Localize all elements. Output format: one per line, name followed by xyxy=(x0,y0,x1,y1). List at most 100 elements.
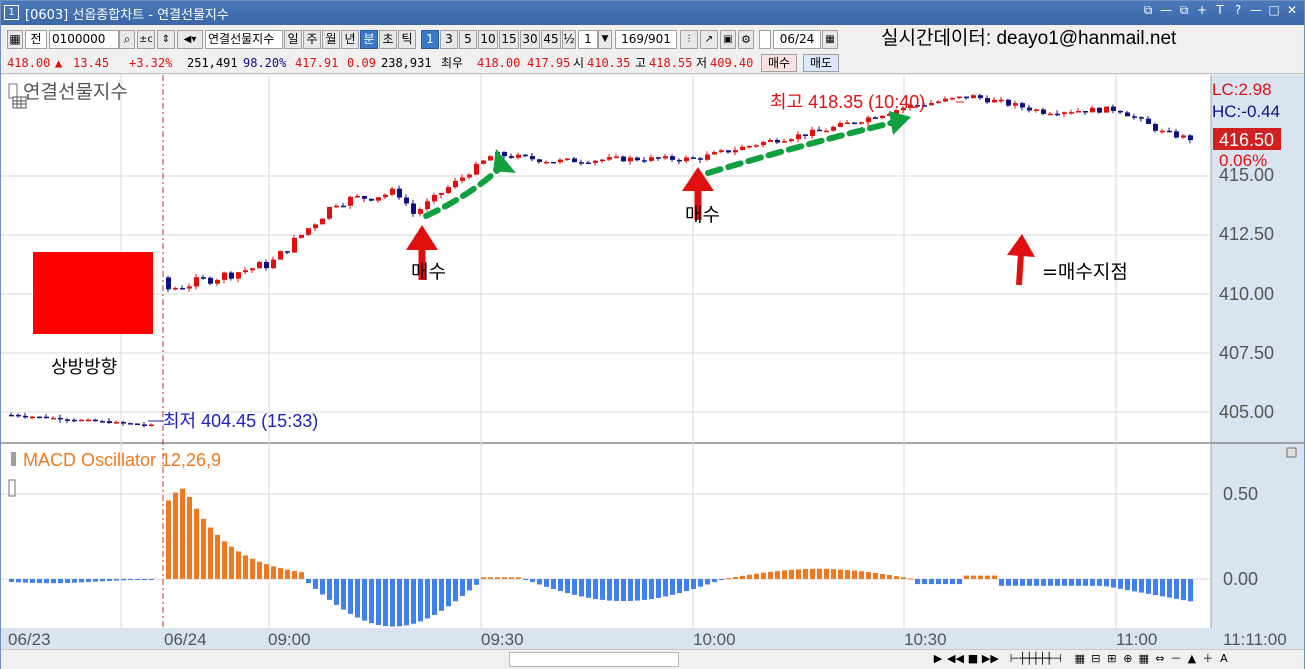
name-field[interactable]: 연결선물지수 xyxy=(205,30,283,49)
code-input[interactable]: 0100000 xyxy=(49,30,119,49)
candle-down xyxy=(691,157,696,159)
candle-down xyxy=(37,416,42,419)
sell-button[interactable]: 매도 xyxy=(803,54,839,72)
interval-30[interactable]: 30 xyxy=(520,30,540,49)
macd-bar-pos xyxy=(166,500,171,579)
candle-up xyxy=(376,197,381,201)
macd-bar-pos xyxy=(992,575,997,579)
window-number-icon[interactable]: 1 xyxy=(4,5,19,20)
interval-10[interactable]: 10 xyxy=(478,30,498,49)
macd-bar-neg xyxy=(44,579,49,584)
date-checkbox[interactable] xyxy=(759,30,771,49)
chevron-down-icon[interactable]: ▼ xyxy=(598,30,612,49)
minus-icon[interactable]: － xyxy=(1169,651,1183,667)
quote-bid-change: 0.09 xyxy=(347,56,376,70)
up-icon[interactable]: ▲ xyxy=(1185,651,1199,667)
candle-up xyxy=(838,122,843,127)
candle-up xyxy=(593,160,598,163)
candle-down xyxy=(100,421,105,423)
x-tick-current: 11:11:00 xyxy=(1223,630,1287,649)
interval-5[interactable]: 5 xyxy=(459,30,477,49)
current-price: 416.50 xyxy=(1219,130,1274,150)
macd-bar-neg xyxy=(30,579,35,583)
interval-half[interactable]: ½ xyxy=(562,30,576,49)
candle-up xyxy=(565,158,570,160)
minimize-icon[interactable]: — xyxy=(1250,3,1262,18)
macd-bar-neg xyxy=(677,579,682,594)
macd-expand-icon[interactable] xyxy=(1286,447,1297,458)
macd-bar-neg xyxy=(404,579,409,626)
candle-down xyxy=(341,205,346,208)
period-day[interactable]: 일 xyxy=(284,30,302,49)
mode-select[interactable]: 전 xyxy=(25,30,47,49)
minimize-panel-icon[interactable]: — xyxy=(1160,3,1172,18)
macd-handle-icon[interactable] xyxy=(11,452,16,466)
table-icon[interactable] xyxy=(12,96,27,109)
search-icon[interactable]: ⌕ xyxy=(119,30,135,49)
period-week[interactable]: 주 xyxy=(303,30,321,49)
candle-up xyxy=(544,161,549,164)
zoom-fit-icon[interactable]: ⊞ xyxy=(1105,651,1119,667)
grid-icon[interactable]: ▦ xyxy=(7,30,23,49)
layout-icon[interactable]: ▦ xyxy=(1073,651,1087,667)
last-icon[interactable]: ▶▶ xyxy=(982,651,999,667)
x-tick-0623: 06/23 xyxy=(8,630,51,649)
interval-15[interactable]: 15 xyxy=(499,30,519,49)
candle-icon[interactable]: ⫶ xyxy=(680,30,698,49)
chart-area[interactable]: 415.00 412.50 410.00 407.50 405.00 0.50 … xyxy=(1,75,1304,649)
font-icon[interactable]: T xyxy=(1214,3,1226,18)
macd-bar-neg xyxy=(1090,579,1095,586)
interval-45[interactable]: 45 xyxy=(541,30,561,49)
grid-view-icon[interactable]: ▦ xyxy=(1137,651,1151,667)
macd-bar-neg xyxy=(656,579,661,598)
add-icon[interactable]: + xyxy=(1196,3,1208,18)
date-input[interactable]: 06/24 xyxy=(773,30,821,49)
tile-icon[interactable]: ⧉ xyxy=(1142,3,1154,18)
font-a-icon[interactable]: A xyxy=(1217,651,1231,667)
plus-icon[interactable]: ＋ xyxy=(1201,651,1215,667)
spin-icon[interactable]: ⇕ xyxy=(157,30,175,49)
candle-up xyxy=(649,157,654,161)
first-icon[interactable]: ◀◀ xyxy=(947,651,964,667)
macd-bar-neg xyxy=(1027,579,1032,586)
candle-up xyxy=(114,422,119,424)
restore-panel-icon[interactable]: ⧉ xyxy=(1178,3,1190,18)
ruler-icon[interactable]: ⊢┼┼┼┼┼⊣ xyxy=(1001,651,1071,667)
macd-bar-neg xyxy=(537,579,542,585)
interval-3[interactable]: 3 xyxy=(440,30,458,49)
scrollbar-thumb[interactable] xyxy=(509,652,679,667)
gear-icon[interactable]: ⚙ xyxy=(738,30,754,49)
draw-line-icon[interactable]: ↗ xyxy=(700,30,718,49)
maximize-icon[interactable]: □ xyxy=(1268,3,1280,18)
buy-button[interactable]: 매수 xyxy=(761,54,797,72)
period-year[interactable]: 년 xyxy=(341,30,359,49)
period-second[interactable]: 초 xyxy=(379,30,397,49)
period-month[interactable]: 월 xyxy=(322,30,340,49)
candle-up xyxy=(250,268,255,271)
macd-bar-neg xyxy=(425,579,430,619)
range-field[interactable]: 169/901 xyxy=(615,30,677,49)
play-icon[interactable]: ▶ xyxy=(931,651,945,667)
count-input[interactable]: 1 xyxy=(578,30,598,49)
interval-1[interactable]: 1 xyxy=(421,30,439,49)
candle-up xyxy=(740,146,745,151)
candle-up xyxy=(355,196,360,198)
close-icon[interactable]: ✕ xyxy=(1286,3,1298,18)
compare-icon[interactable]: ±c xyxy=(137,30,155,49)
period-minute[interactable]: 분 xyxy=(360,30,378,49)
stop-icon[interactable]: ■ xyxy=(966,651,980,667)
zoom-in-icon[interactable]: ⊕ xyxy=(1121,651,1135,667)
macd-bar-pos xyxy=(964,575,969,579)
macd-bar-neg xyxy=(957,579,962,585)
candle-down xyxy=(621,156,626,162)
calendar-icon[interactable]: ▦ xyxy=(822,30,838,49)
save-icon[interactable]: ▣ xyxy=(720,30,736,49)
macd-bar-neg xyxy=(1097,579,1102,586)
horizontal-scrollbar[interactable]: ▶ ◀◀ ■ ▶▶ ⊢┼┼┼┼┼⊣ ▦ ⊟ ⊞ ⊕ ▦ ⇔ － ▲ ＋ A xyxy=(1,649,1304,669)
zoom-out-icon[interactable]: ⊟ xyxy=(1089,651,1103,667)
best-ask: 418.00 xyxy=(477,56,521,70)
help-icon[interactable]: ? xyxy=(1232,3,1244,18)
sound-icon[interactable]: ◀▾ xyxy=(177,30,203,49)
period-tick[interactable]: 틱 xyxy=(398,30,416,49)
scroll-zoom-icon[interactable]: ⇔ xyxy=(1153,651,1167,667)
